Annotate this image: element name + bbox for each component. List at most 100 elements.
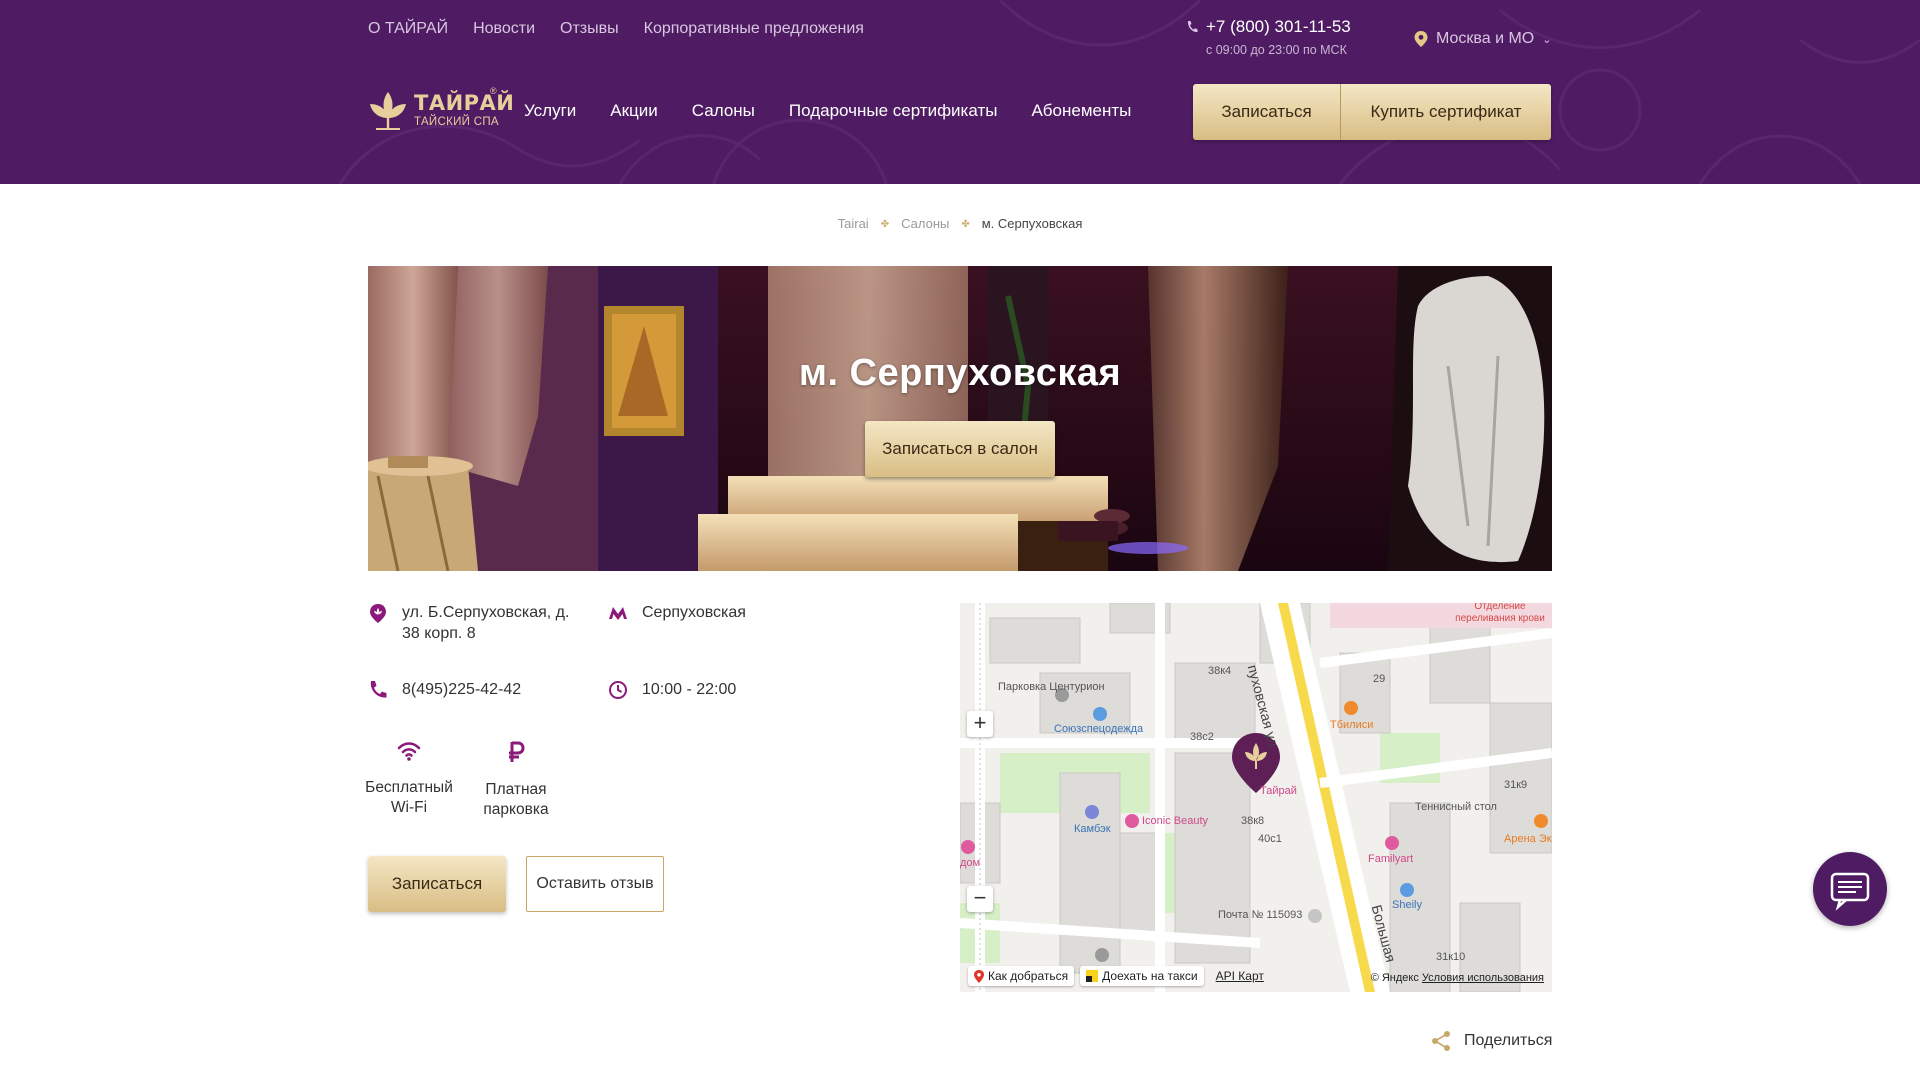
map-taxi-label: Доехать на такси [1102, 969, 1198, 983]
logo-subtitle: ТАЙСКИЙ СПА [414, 116, 499, 128]
map-taxi-button[interactable]: Доехать на такси [1080, 966, 1204, 986]
map-label-38c2: 38с2 [1190, 731, 1214, 743]
map-label-tairai: Тайрай [1260, 785, 1297, 797]
spa-room-photo [368, 266, 1552, 571]
yandex-map[interactable]: Парковка Центурион Союзспецодежда 38к4 3… [960, 603, 1552, 992]
salon-title: м. Серпуховская [798, 352, 1122, 394]
map-label-arena: Арена Эк [1504, 833, 1552, 845]
hours-text: 10:00 - 22:00 [642, 681, 737, 698]
map-label-38k8: 38к8 [1241, 815, 1265, 827]
phone-item: 8(495)225-42-42 [368, 679, 521, 700]
metro-text: Серпуховская [642, 604, 746, 621]
top-link-reviews[interactable]: Отзывы [560, 20, 619, 38]
map-label-dom: дом [960, 857, 981, 869]
map-route-label: Как добраться [988, 969, 1069, 983]
phone-icon [370, 681, 387, 698]
map-label-tbilisi: Тбилиси [1330, 719, 1374, 731]
amenity-parking: Платная парковка [466, 740, 566, 820]
city-select[interactable]: Москва и МО ⌄ [1414, 30, 1551, 48]
nav-promotions[interactable]: Акции [610, 101, 658, 121]
wifi-icon [397, 742, 421, 761]
clock-icon [609, 681, 627, 699]
phone-icon [1187, 21, 1198, 33]
logo[interactable]: ТАЙРАЙ ТАЙСКИЙ СПА ® [368, 86, 514, 132]
top-link-about[interactable]: О ТАЙРАЙ [368, 20, 448, 38]
share-button[interactable]: Поделиться [1430, 1030, 1552, 1052]
map-label-38k4: 38к4 [1208, 665, 1232, 677]
buy-certificate-button[interactable]: Купить сертификат [1341, 84, 1551, 140]
breadcrumb-home[interactable]: Tairai [838, 216, 869, 233]
leave-review-button[interactable]: Оставить отзыв [526, 856, 664, 912]
map-copyright-text: © Яндекс [1370, 972, 1419, 984]
share-icon [1432, 1031, 1450, 1051]
map-label-parking: Парковка Центурион [998, 681, 1105, 693]
salon-hero: м. Серпуховская Записаться в салон [368, 266, 1552, 571]
map-terms-link[interactable]: Условия использования [1422, 972, 1544, 984]
breadcrumb-salons[interactable]: Салоны [901, 216, 949, 233]
nav-services[interactable]: Услуги [524, 101, 576, 121]
map-label-kambek: Камбэк [1074, 823, 1111, 835]
map-copyright: © Яндекс Условия использования [1371, 972, 1544, 984]
book-salon-button[interactable]: Записаться в салон [865, 421, 1055, 477]
header-hours: с 09:00 до 23:00 по МСК [1206, 43, 1347, 57]
map-label-40c1: 40с1 [1258, 833, 1282, 845]
map-bottom-bar: Как добраться Доехать на такси API Карт [968, 966, 1264, 986]
breadcrumb-current: м. Серпуховская [981, 216, 1083, 231]
header-phone-number[interactable]: +7 (800) 301-11-53 [1206, 17, 1351, 37]
map-label-souz: Союзспецодежда [1054, 723, 1144, 735]
ruble-icon [509, 741, 525, 762]
map-label-31k10: 31к10 [1436, 951, 1466, 963]
map-canvas [960, 603, 1552, 992]
chevron-down-icon: ⌄ [1542, 33, 1552, 46]
address-item: ул. Б.Серпуховская, д. 38 корп. 8 [368, 602, 588, 644]
map-zoom-out-button[interactable]: − [967, 886, 993, 912]
logo-title: ТАЙРАЙ [414, 91, 515, 115]
top-links: О ТАЙРАЙ Новости Отзывы Корпоративные пр… [368, 20, 864, 38]
route-pin-icon [974, 969, 984, 983]
breadcrumb: Tairai ✤ Салоны ✤ м. Серпуховская [0, 216, 1920, 233]
salon-phone-text[interactable]: 8(495)225-42-42 [402, 679, 521, 700]
header-book-button[interactable]: Записаться [1193, 84, 1341, 140]
main-nav: Услуги Акции Салоны Подарочные сертифика… [524, 101, 1131, 121]
map-label-hospital: Отделение переливания крови [1455, 603, 1545, 624]
amenity-wifi: Бесплатный Wi-Fi [359, 740, 459, 818]
map-label-post: Почта № 115093 [1218, 909, 1303, 921]
header-ornament [338, 0, 1920, 184]
chat-widget-button[interactable] [1813, 852, 1887, 926]
header-phone-block: +7 (800) 301-11-53 с 09:00 до 23:00 по М… [1186, 17, 1351, 57]
amenity-wifi-label: Бесплатный Wi-Fi [365, 779, 453, 816]
map-label-tennis: Теннисный стол [1415, 801, 1497, 813]
chat-icon [1830, 872, 1870, 911]
map-label-31k9: 31к9 [1504, 779, 1528, 791]
map-zoom-in-button[interactable]: + [967, 711, 993, 737]
top-link-news[interactable]: Новости [473, 20, 535, 38]
book-button[interactable]: Записаться [368, 856, 506, 912]
metro-item: Серпуховская [608, 602, 746, 623]
map-label-29: 29 [1373, 673, 1386, 685]
registered-mark: ® [490, 86, 497, 96]
map-label-sheily: Sheily [1392, 899, 1422, 911]
logo-text: ТАЙРАЙ ТАЙСКИЙ СПА [414, 92, 514, 128]
breadcrumb-separator-icon: ✤ [961, 219, 970, 230]
amenity-parking-label: Платная парковка [483, 781, 549, 818]
taxi-icon [1086, 970, 1099, 982]
map-label-familyart: Familyart [1368, 853, 1414, 865]
share-label: Поделиться [1464, 1032, 1553, 1049]
map-api-link[interactable]: API Карт [1216, 969, 1264, 983]
map-route-button[interactable]: Как добраться [968, 966, 1075, 986]
address-pin-icon [370, 604, 386, 623]
top-link-corporate[interactable]: Корпоративные предложения [644, 20, 864, 38]
nav-gift-certificates[interactable]: Подарочные сертификаты [789, 101, 998, 121]
city-label[interactable]: Москва и МО [1436, 30, 1534, 48]
breadcrumb-separator-icon: ✤ [880, 219, 890, 230]
address-text: ул. Б.Серпуховская, д. 38 корп. 8 [402, 604, 570, 642]
site-header: О ТАЙРАЙ Новости Отзывы Корпоративные пр… [0, 0, 1920, 184]
lotus-logo-icon [370, 92, 406, 130]
header-phone[interactable]: +7 (800) 301-11-53 [1186, 17, 1351, 37]
nav-salons[interactable]: Салоны [692, 101, 755, 121]
metro-icon [609, 607, 627, 620]
map-label-iconic: Iconic Beauty [1142, 815, 1209, 827]
hours-item: 10:00 - 22:00 [608, 679, 736, 700]
nav-subscriptions[interactable]: Абонементы [1031, 101, 1131, 121]
header-cta-group: Записаться Купить сертификат [1193, 84, 1551, 140]
